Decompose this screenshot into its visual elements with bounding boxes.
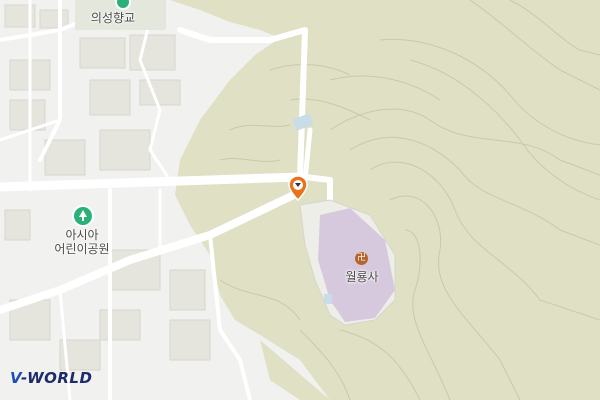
school-label: 의성향교 xyxy=(90,11,136,25)
park-poi-icon[interactable] xyxy=(72,205,94,227)
park-label-line1: 아시아 xyxy=(65,228,99,242)
temple-poi-icon[interactable]: 卍 xyxy=(355,252,368,265)
park-label-line2: 어린이공원 xyxy=(54,242,110,256)
tree-icon xyxy=(79,210,87,221)
water-feature xyxy=(324,294,332,304)
logo-prefix: V xyxy=(10,369,22,387)
logo-suffix: -WORLD xyxy=(21,369,93,387)
vworld-logo: V-WORLD xyxy=(10,369,92,387)
terrain-area xyxy=(170,0,600,400)
temple-label: 월룡사 xyxy=(345,270,379,284)
location-marker-icon[interactable] xyxy=(288,175,308,201)
map-view[interactable]: 의성향교 아시아 어린이공원 卍 월룡사 V-WORLD xyxy=(0,0,600,400)
